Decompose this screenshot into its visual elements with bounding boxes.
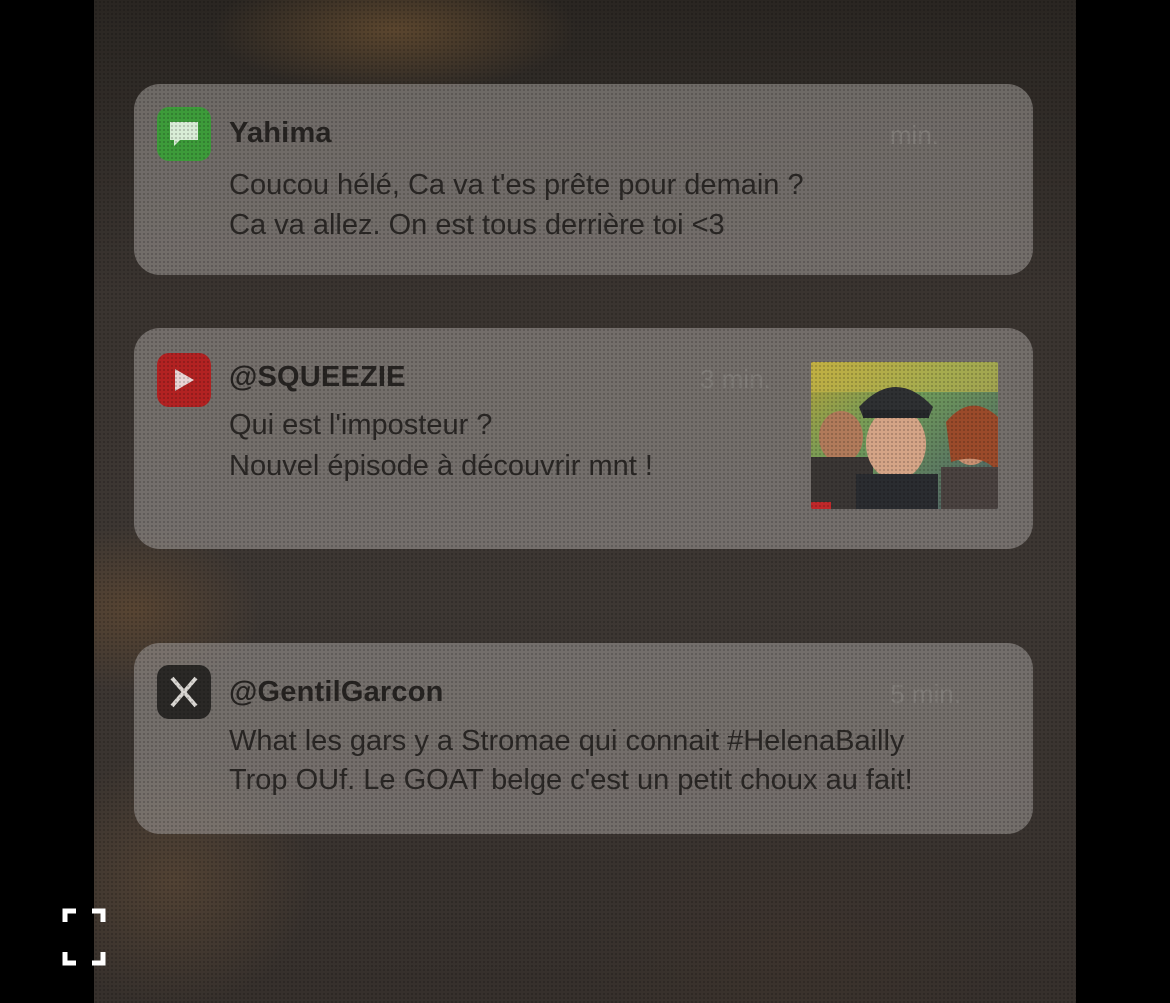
messages-icon bbox=[157, 107, 211, 161]
notification-time: 3 min. bbox=[700, 364, 771, 394]
notification-x[interactable]: @GentilGarcon 5 min. What les gars y a S… bbox=[134, 643, 1033, 834]
notification-body-line: Qui est l'imposteur ? bbox=[229, 409, 493, 441]
x-icon bbox=[157, 665, 211, 719]
notification-messages[interactable]: Yahima min. Coucou hélé, Ca va t'es prêt… bbox=[134, 84, 1033, 275]
youtube-icon bbox=[157, 353, 211, 407]
lock-screen: Yahima min. Coucou hélé, Ca va t'es prêt… bbox=[94, 0, 1076, 1003]
notification-sender: @SQUEEZIE bbox=[229, 361, 406, 393]
notification-body-line: Trop OUf. Le GOAT belge c'est un petit c… bbox=[229, 764, 913, 796]
notification-sender: Yahima bbox=[229, 117, 332, 149]
notification-body-line: Nouvel épisode à découvrir mnt ! bbox=[229, 450, 653, 482]
notification-body-line: What les gars y a Stromae qui connait #H… bbox=[229, 725, 905, 757]
fullscreen-expand-icon[interactable] bbox=[62, 908, 106, 966]
notification-time: 5 min. bbox=[890, 679, 961, 709]
notification-body-line: Coucou hélé, Ca va t'es prête pour demai… bbox=[229, 169, 804, 201]
notification-time: min. bbox=[889, 120, 939, 150]
notification-youtube[interactable]: @SQUEEZIE 3 min. Qui est l'imposteur ? N… bbox=[134, 328, 1033, 549]
notification-sender: @GentilGarcon bbox=[229, 676, 444, 708]
video-thumbnail bbox=[811, 362, 998, 509]
notification-body-line: Ca va allez. On est tous derrière toi <3 bbox=[229, 209, 725, 241]
